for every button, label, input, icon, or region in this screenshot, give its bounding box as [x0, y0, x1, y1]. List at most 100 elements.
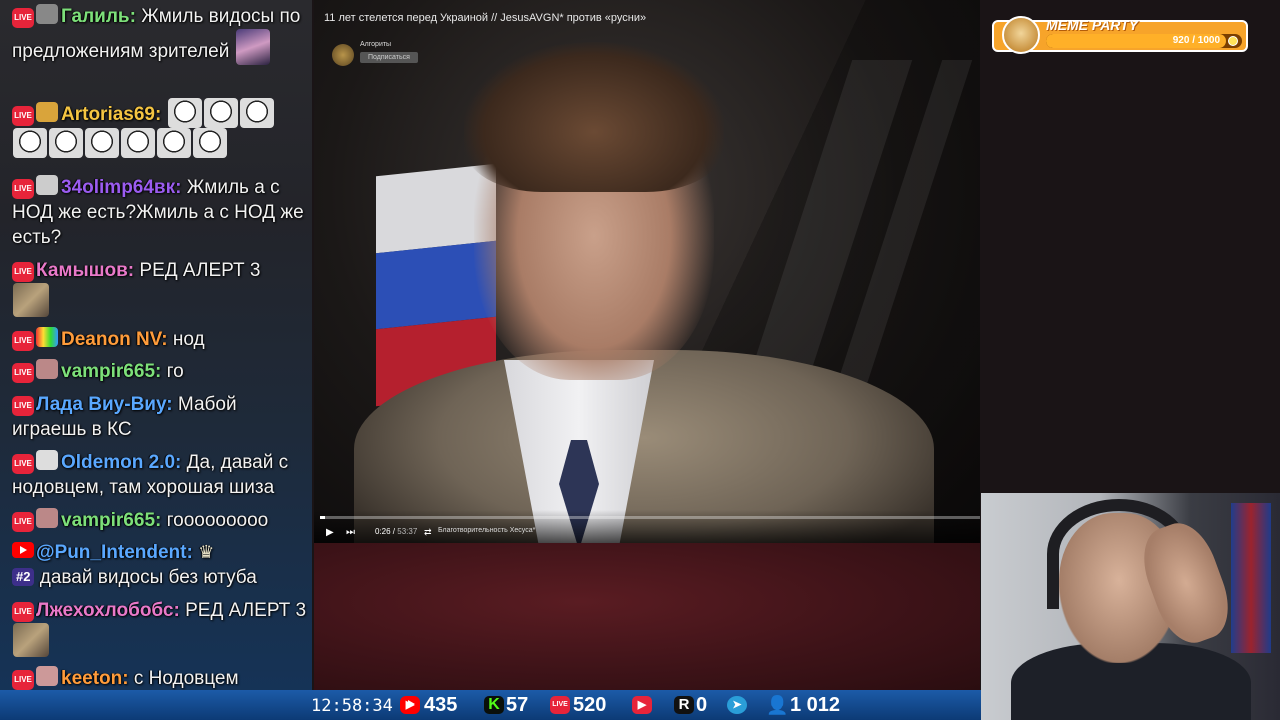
chat-message: LIVE Галиль: Жмиль видосы по предложениям…	[12, 4, 308, 65]
doge-icon	[1002, 16, 1040, 54]
chat-nick: vampir665:	[61, 510, 162, 531]
rumble-icon: R	[674, 696, 694, 714]
video-title[interactable]: 11 лет стелется перед Украиной // JesusA…	[324, 12, 646, 24]
kick-viewers: 57	[506, 694, 529, 716]
current-time: 0:26	[375, 527, 391, 536]
avatar	[36, 508, 58, 528]
stats-bar: 12:58:34 ▶ 435 K 57 LIVE 520 ▶ R 0 ➤ 👤 1…	[0, 690, 981, 720]
cat-emote-icon	[13, 283, 49, 317]
chat-message: LIVE Deanon NV: нод	[12, 327, 308, 352]
clock: 12:58:34	[311, 696, 393, 716]
next-icon[interactable]: ⏭	[346, 527, 355, 538]
avatar	[36, 327, 58, 347]
video-player[interactable]: 11 лет стелется перед Украиной // JesusA…	[314, 0, 980, 543]
chat-message: LIVE Камышов: РЕД АЛЕРТ 3	[12, 258, 308, 317]
chat-nick: vampir665:	[61, 361, 162, 382]
joker-emote-icon	[85, 128, 119, 158]
duration: 53:37	[397, 527, 418, 536]
live-badge-icon: LIVE	[12, 670, 34, 690]
background-panel	[314, 543, 980, 690]
chat-text: РЕД АЛЕРТ 3	[139, 260, 261, 281]
twitch-icon: ▶	[632, 696, 652, 714]
avatar	[36, 359, 58, 379]
youtube-icon: ▶	[400, 696, 420, 714]
chat-message: LIVE 34olimp64вк: Жмиль а с НОД же есть?Ж…	[12, 175, 308, 250]
live-badge-icon: LIVE	[12, 106, 34, 126]
chat-nick: Deanon NV:	[61, 329, 168, 350]
meme-progress-bar: 920 / 1000	[1046, 34, 1242, 48]
flag-decor	[1231, 503, 1271, 653]
cat-emote-icon	[13, 623, 49, 657]
chat-message: LIVE Лжехохлобобс: РЕД АЛЕРТ 3	[12, 598, 308, 657]
chat-message: LIVE vampir665: гоооооoooo	[12, 508, 308, 533]
joker-emote-icon	[193, 128, 227, 158]
live-badge-icon: LIVE	[12, 8, 34, 28]
chat-text: давай видосы без ютуба	[39, 567, 257, 588]
progress-fill	[320, 516, 326, 519]
webcam-feed	[981, 493, 1280, 720]
channel-avatar[interactable]	[332, 44, 354, 66]
total-viewers: 1 012	[790, 694, 841, 716]
meme-party-title: MEME PARTY	[1046, 17, 1139, 33]
live-badge-icon: LIVE	[12, 331, 34, 351]
chat-nick: Галиль:	[61, 6, 136, 27]
avatar	[36, 102, 58, 122]
youtube-viewers: 435	[424, 694, 458, 716]
meme-count: 920 / 1000	[1172, 35, 1220, 46]
chat-nick: Лада Виу-Виу:	[36, 394, 173, 415]
youtube-icon	[12, 542, 34, 558]
time-display: 0:26 / 53:37	[375, 527, 418, 536]
play-icon[interactable]: ▶	[326, 527, 334, 538]
live-badge-icon: LIVE	[12, 396, 34, 416]
progress-bar[interactable]	[320, 516, 980, 519]
channel-name[interactable]: Алгориты	[360, 41, 391, 48]
chat-nick: Лжехохлобобс:	[36, 600, 180, 621]
live-icon: LIVE	[550, 696, 570, 714]
live-badge-icon: LIVE	[12, 454, 34, 474]
subscribe-button[interactable]: Подписаться	[360, 52, 418, 63]
chat-nick: Камышов:	[36, 260, 135, 281]
chat-nick: Oldemon 2.0:	[61, 452, 182, 473]
chat-text: нод	[172, 329, 205, 350]
rank-badge: #2	[12, 568, 35, 586]
chapter-title[interactable]: Благотворительность Хесуса*	[438, 527, 535, 534]
joker-emote-icon	[239, 98, 274, 128]
joker-emote-icon	[203, 98, 238, 128]
chat-message: @Pun_Intendent: ♛ #2 давай видосы без ют…	[12, 540, 308, 590]
chat-panel: LIVE Галиль: Жмиль видосы по предложениям…	[0, 0, 312, 720]
joker-emote-icon	[167, 98, 202, 128]
chat-message: LIVE Artorias69:	[12, 98, 308, 158]
coin-icon	[1228, 36, 1238, 46]
live-badge-icon: LIVE	[12, 262, 34, 282]
rumble-viewers: 0	[696, 694, 708, 716]
avatar	[36, 450, 58, 470]
kick-icon: K	[484, 696, 504, 714]
video-controls: ▶ ⏭ 0:26 / 53:37 ⇄ Благотворительность Х…	[314, 510, 980, 543]
joker-emote-icon	[157, 128, 191, 158]
live-badge-icon: LIVE	[12, 512, 34, 532]
chapter-icon: ⇄	[424, 527, 432, 537]
joker-emote-icon	[121, 128, 155, 158]
chat-text: го	[166, 361, 184, 382]
chat-text: гоооооoooo	[166, 510, 269, 531]
live-viewers: 520	[573, 694, 607, 716]
telegram-icon: ➤	[727, 696, 747, 714]
live-badge-icon: LIVE	[12, 363, 34, 383]
chat-nick: keeton:	[61, 668, 129, 689]
chat-message: LIVE vampir665: го	[12, 359, 308, 384]
chat-message: LIVE Лада Виу-Виу: Мабой играешь в КС	[12, 392, 308, 442]
live-badge-icon: LIVE	[12, 602, 34, 622]
chat-message: LIVE Oldemon 2.0: Да, давай с нодовцем, т…	[12, 450, 308, 500]
chat-text: РЕД АЛЕРТ 3	[185, 600, 307, 621]
avatar	[36, 666, 58, 686]
anime-emote-icon	[235, 29, 270, 65]
user-icon: 👤	[766, 695, 789, 715]
avatar	[36, 175, 58, 195]
crown-icon: ♛	[198, 542, 215, 562]
chat-nick: @Pun_Intendent:	[36, 542, 193, 563]
chat-nick: 34olimp64вк:	[61, 177, 182, 198]
chat-nick: Artorias69:	[61, 104, 162, 125]
live-badge-icon: LIVE	[12, 179, 34, 199]
avatar	[36, 4, 58, 24]
meme-party-widget: MEME PARTY 920 / 1000	[992, 16, 1248, 54]
